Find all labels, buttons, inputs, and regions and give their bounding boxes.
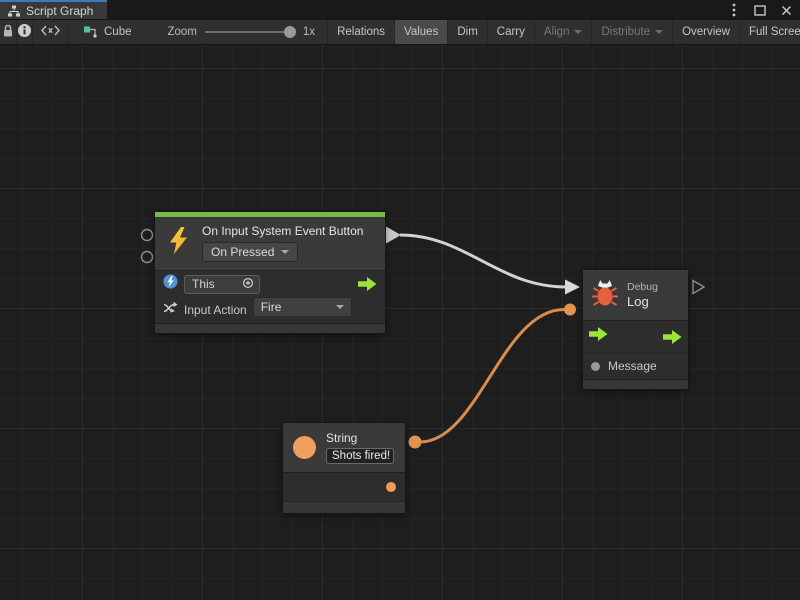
event-trigger-out-connector[interactable] [386, 227, 401, 244]
angle-brackets-icon [41, 25, 60, 39]
debug-node-footer [583, 379, 688, 389]
input-action-icon [163, 301, 178, 320]
string-node-header[interactable]: String Shots fired! [283, 423, 405, 472]
lock-button[interactable] [0, 20, 17, 44]
zoom-slider-handle[interactable] [284, 26, 296, 38]
info-icon [17, 23, 32, 41]
message-label: Message [608, 359, 657, 373]
graph-hierarchy-icon [8, 5, 20, 17]
window-controls [726, 0, 794, 20]
event-inputaction-port[interactable] [142, 252, 153, 263]
object-picker-icon[interactable] [242, 277, 254, 292]
event-this-port[interactable] [142, 230, 153, 241]
control-wire [400, 235, 566, 287]
toolbar-button-values[interactable]: Values [395, 20, 448, 44]
zoom-slider[interactable] [205, 26, 295, 38]
zoom-value: 1x [303, 26, 315, 38]
string-value-field[interactable]: Shots fired! [326, 448, 394, 464]
debug-flow-out-arrow[interactable] [663, 330, 682, 344]
tab-title: Script Graph [26, 4, 93, 18]
toolbar-button-align[interactable]: Align [535, 20, 593, 44]
debug-flow-out-port[interactable] [693, 281, 704, 294]
chevron-down-icon [574, 30, 582, 34]
debug-node-header[interactable]: Debug Log [583, 270, 688, 320]
node-string-literal[interactable]: String Shots fired! [283, 423, 405, 513]
chevron-down-icon [336, 305, 344, 309]
inspect-button[interactable] [17, 20, 33, 44]
tab-strip: Script Graph [0, 0, 800, 20]
debug-bug-icon [592, 278, 618, 312]
zoom-control: Zoom 1x [146, 20, 329, 44]
tab-script-graph[interactable]: Script Graph [0, 0, 107, 19]
debug-message-row: Message [583, 352, 688, 379]
string-node-title: String [326, 431, 394, 445]
string-node-ports [283, 472, 405, 501]
debug-flow-in-arrow[interactable] [589, 327, 608, 346]
script-machine-icon [163, 274, 178, 294]
event-node-title: On Input System Event Button [202, 224, 363, 238]
close-icon[interactable] [778, 2, 794, 18]
input-action-label: Input Action [184, 303, 247, 317]
chevron-down-icon [655, 30, 663, 34]
event-inputaction-row: Input Action Fire [155, 297, 385, 323]
input-action-dropdown[interactable]: Fire [253, 297, 352, 317]
graph-target-label: Cube [104, 26, 132, 38]
event-trigger-flow-arrow[interactable] [358, 277, 377, 291]
debug-flow-row [583, 321, 688, 352]
zoom-label: Zoom [168, 26, 197, 38]
script-graph-asset-icon [83, 24, 98, 41]
debug-message-in-connector[interactable] [564, 304, 576, 316]
debug-node-title: Log [627, 294, 658, 309]
string-type-icon [293, 436, 316, 459]
message-value-port[interactable] [591, 362, 600, 371]
node-debug-log[interactable]: Debug Log Message [583, 270, 688, 389]
graph-canvas[interactable]: On Input System Event Button On Pressed … [0, 45, 800, 600]
script-graph-window: Script Graph [0, 0, 800, 600]
lightning-bolt-icon [167, 227, 190, 259]
event-node-footer [155, 323, 385, 333]
code-preview-button[interactable] [33, 20, 69, 44]
graph-target-breadcrumb[interactable]: Cube [69, 20, 146, 44]
string-node-footer [283, 501, 405, 513]
event-this-row: This [155, 271, 385, 297]
string-output-row [283, 473, 405, 501]
more-menu-icon[interactable] [726, 2, 742, 18]
debug-node-ports: Message [583, 320, 688, 379]
string-value-out-port[interactable] [386, 482, 396, 492]
toolbar-button-overview[interactable]: Overview [673, 20, 740, 44]
debug-node-category: Debug [627, 281, 658, 293]
toolbar-button-relations[interactable]: Relations [328, 20, 395, 44]
maximize-icon[interactable] [752, 2, 768, 18]
debug-flow-in-connector[interactable] [565, 280, 580, 295]
value-wire [420, 310, 564, 443]
lock-icon [0, 23, 16, 41]
string-out-connector[interactable] [409, 436, 422, 449]
this-object-field[interactable]: This [184, 275, 260, 294]
toolbar-button-distribute[interactable]: Distribute [592, 20, 673, 44]
graph-toolbar: Cube Zoom 1x Relations Values Dim Carry … [0, 20, 800, 45]
event-node-ports: This Input Action Fire [155, 270, 385, 323]
zoom-slider-track [205, 31, 295, 33]
chevron-down-icon [281, 250, 289, 254]
event-mode-dropdown[interactable]: On Pressed [202, 242, 298, 262]
node-on-input-system-event-button[interactable]: On Input System Event Button On Pressed … [155, 212, 385, 333]
event-node-header[interactable]: On Input System Event Button On Pressed [155, 217, 385, 270]
toolbar-button-fullscreen[interactable]: Full Screen [740, 20, 800, 44]
toolbar-button-dim[interactable]: Dim [448, 20, 487, 44]
toolbar-button-carry[interactable]: Carry [488, 20, 535, 44]
